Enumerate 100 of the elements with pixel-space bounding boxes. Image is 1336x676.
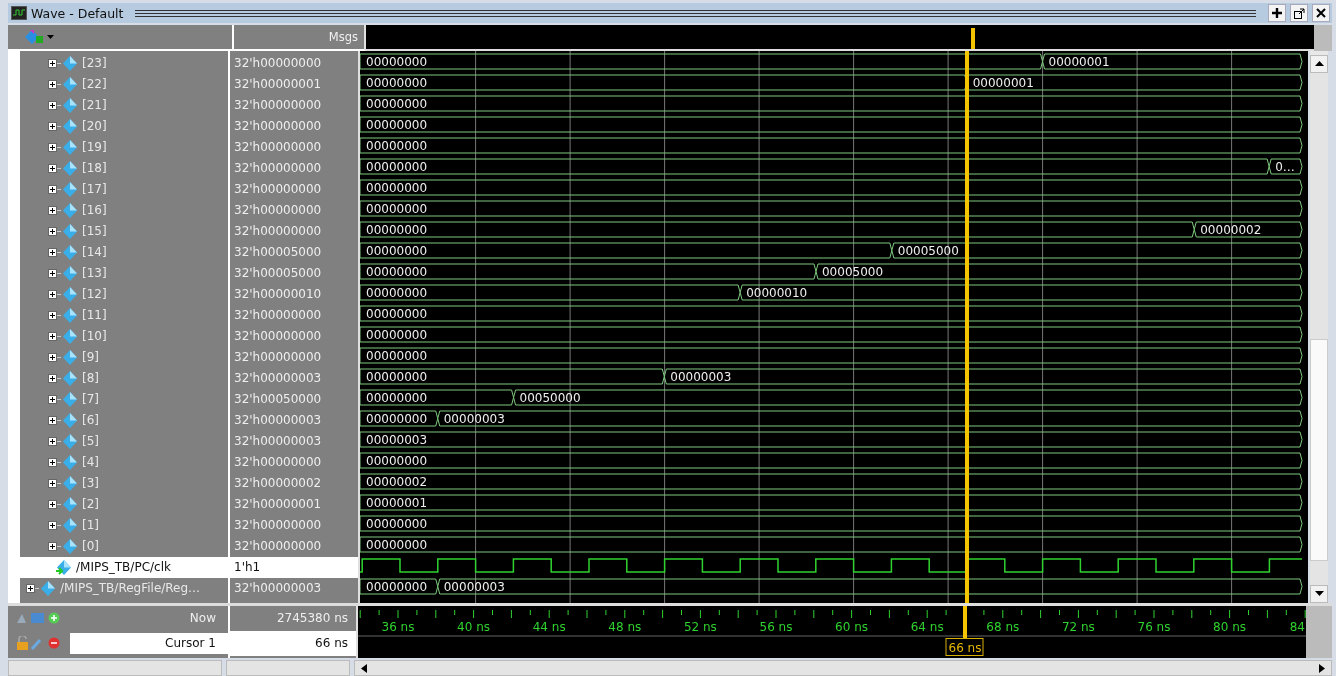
signal-row[interactable]: [17] (20, 178, 228, 200)
bus-value: 00000010 (746, 285, 808, 300)
signal-row[interactable]: [5] (20, 430, 228, 452)
signal-row[interactable]: [12] (20, 283, 228, 305)
signal-row[interactable]: [20] (20, 115, 228, 137)
time-label: 76 ns (1137, 619, 1171, 634)
time-label: 72 ns (1061, 619, 1095, 634)
expand-button[interactable] (48, 141, 61, 153)
bus-value: 00000000 (366, 327, 428, 342)
diamond-icon (61, 474, 78, 492)
bus-value: 00000000 (366, 180, 428, 195)
cursor-time-marker[interactable]: 66 ns (945, 637, 984, 656)
expand-button[interactable] (48, 519, 61, 531)
signal-row[interactable]: [14] (20, 241, 228, 263)
vertical-scrollbar[interactable] (1310, 50, 1328, 603)
zoom-in-button[interactable] (1268, 4, 1286, 23)
signal-row[interactable]: [3] (20, 472, 228, 494)
bus-value: 00000000 (366, 201, 428, 216)
bus-value: 00000003 (443, 411, 505, 426)
signal-name: /MIPS_TB/RegFile/Reg… (60, 581, 201, 596)
signal-row[interactable]: [7] (20, 388, 228, 410)
signal-name: [6] (82, 413, 99, 428)
signal-name: [18] (82, 161, 107, 176)
expand-button[interactable] (48, 267, 61, 279)
diamond-icon (61, 264, 78, 282)
expand-button[interactable] (48, 540, 61, 552)
signal-row[interactable]: [2] (20, 493, 228, 515)
bus-value: 00000003 (366, 432, 428, 447)
scrollbar-thumb[interactable] (1310, 338, 1328, 561)
signal-row[interactable]: [19] (20, 136, 228, 158)
signal-value-cell-text: 32'h00000010 (234, 285, 323, 303)
signal-name: [13] (82, 266, 107, 281)
signal-row[interactable]: [8] (20, 367, 228, 389)
signal-row[interactable]: [1] (20, 514, 228, 536)
signal-value-cell-text: 32'h00000000 (234, 453, 323, 471)
expand-button[interactable] (48, 498, 61, 510)
signal-row[interactable]: [15] (20, 220, 228, 242)
expand-button[interactable] (48, 183, 61, 195)
expand-button[interactable] (48, 309, 61, 321)
diamond-icon (61, 453, 78, 471)
close-button[interactable] (1312, 4, 1330, 23)
expand-button[interactable] (48, 393, 61, 405)
signal-row[interactable]: [18] (20, 157, 228, 179)
signal-name: [19] (82, 140, 107, 155)
expand-button[interactable] (48, 57, 61, 69)
undock-icon (1293, 7, 1305, 19)
expand-button[interactable] (48, 456, 61, 468)
expand-button[interactable] (48, 477, 61, 489)
signal-row[interactable]: [21] (20, 94, 228, 116)
horizontal-scrollbar[interactable] (226, 660, 350, 676)
bus-value: 00000000 (366, 285, 428, 300)
signal-value-cell-text: 32'h00050000 (234, 390, 323, 408)
signal-row[interactable]: [10] (20, 325, 228, 347)
expand-button[interactable] (48, 99, 61, 111)
signal-name: [12] (82, 287, 107, 302)
signal-row[interactable]: [11] (20, 304, 228, 326)
bus-value: 00000000 (366, 159, 428, 174)
expand-button[interactable] (48, 162, 61, 174)
signal-row[interactable]: [9] (20, 346, 228, 368)
expand-button[interactable] (48, 351, 61, 363)
expand-button[interactable] (26, 582, 39, 594)
now-label: Now (188, 611, 217, 626)
diamond-icon (61, 117, 78, 135)
signal-row[interactable]: /MIPS_TB/RegFile/Reg… (20, 577, 228, 599)
left-arrow-icon (361, 663, 367, 673)
diamond-icon (61, 390, 78, 408)
expand-button[interactable] (48, 246, 61, 258)
expand-button[interactable] (48, 435, 61, 447)
undock-button[interactable] (1290, 4, 1308, 23)
expand-button[interactable] (48, 330, 61, 342)
expand-button[interactable] (48, 414, 61, 426)
expand-button[interactable] (48, 372, 61, 384)
horizontal-scrollbar[interactable] (354, 660, 1332, 676)
expand-button[interactable] (48, 78, 61, 90)
time-label: 40 ns (457, 619, 491, 634)
scroll-up-button[interactable] (1310, 54, 1328, 73)
diamond-icon (61, 348, 78, 366)
signal-row[interactable]: [6] (20, 409, 228, 431)
diamond-icon (61, 432, 78, 450)
signal-value-cell-text: 32'h00000000 (234, 180, 323, 198)
cursor-name-field[interactable]: Cursor 1 (70, 632, 228, 654)
signal-row[interactable]: [23] (20, 52, 228, 74)
dropdown-caret-icon[interactable] (47, 34, 54, 40)
expand-button[interactable] (48, 288, 61, 300)
signal-row[interactable]: [22] (20, 73, 228, 95)
diamond-icon (61, 159, 78, 177)
expand-button[interactable] (48, 225, 61, 237)
signal-row[interactable]: [0] (20, 535, 228, 557)
signal-value-cell-text: 32'h00000000 (234, 138, 323, 156)
signal-row[interactable]: /MIPS_TB/PC/clk (20, 556, 228, 578)
signal-value-cell-text: 32'h00000003 (234, 579, 323, 597)
signal-row[interactable]: [13] (20, 262, 228, 284)
horizontal-scrollbar[interactable] (8, 660, 222, 676)
bus-value: 00000000 (366, 243, 428, 258)
diamond-icon (61, 222, 78, 240)
signal-row[interactable]: [4] (20, 451, 228, 473)
expand-button[interactable] (48, 204, 61, 216)
expand-button[interactable] (48, 120, 61, 132)
signal-row[interactable]: [16] (20, 199, 228, 221)
signal-value-cell-text: 32'h00000000 (234, 222, 323, 240)
